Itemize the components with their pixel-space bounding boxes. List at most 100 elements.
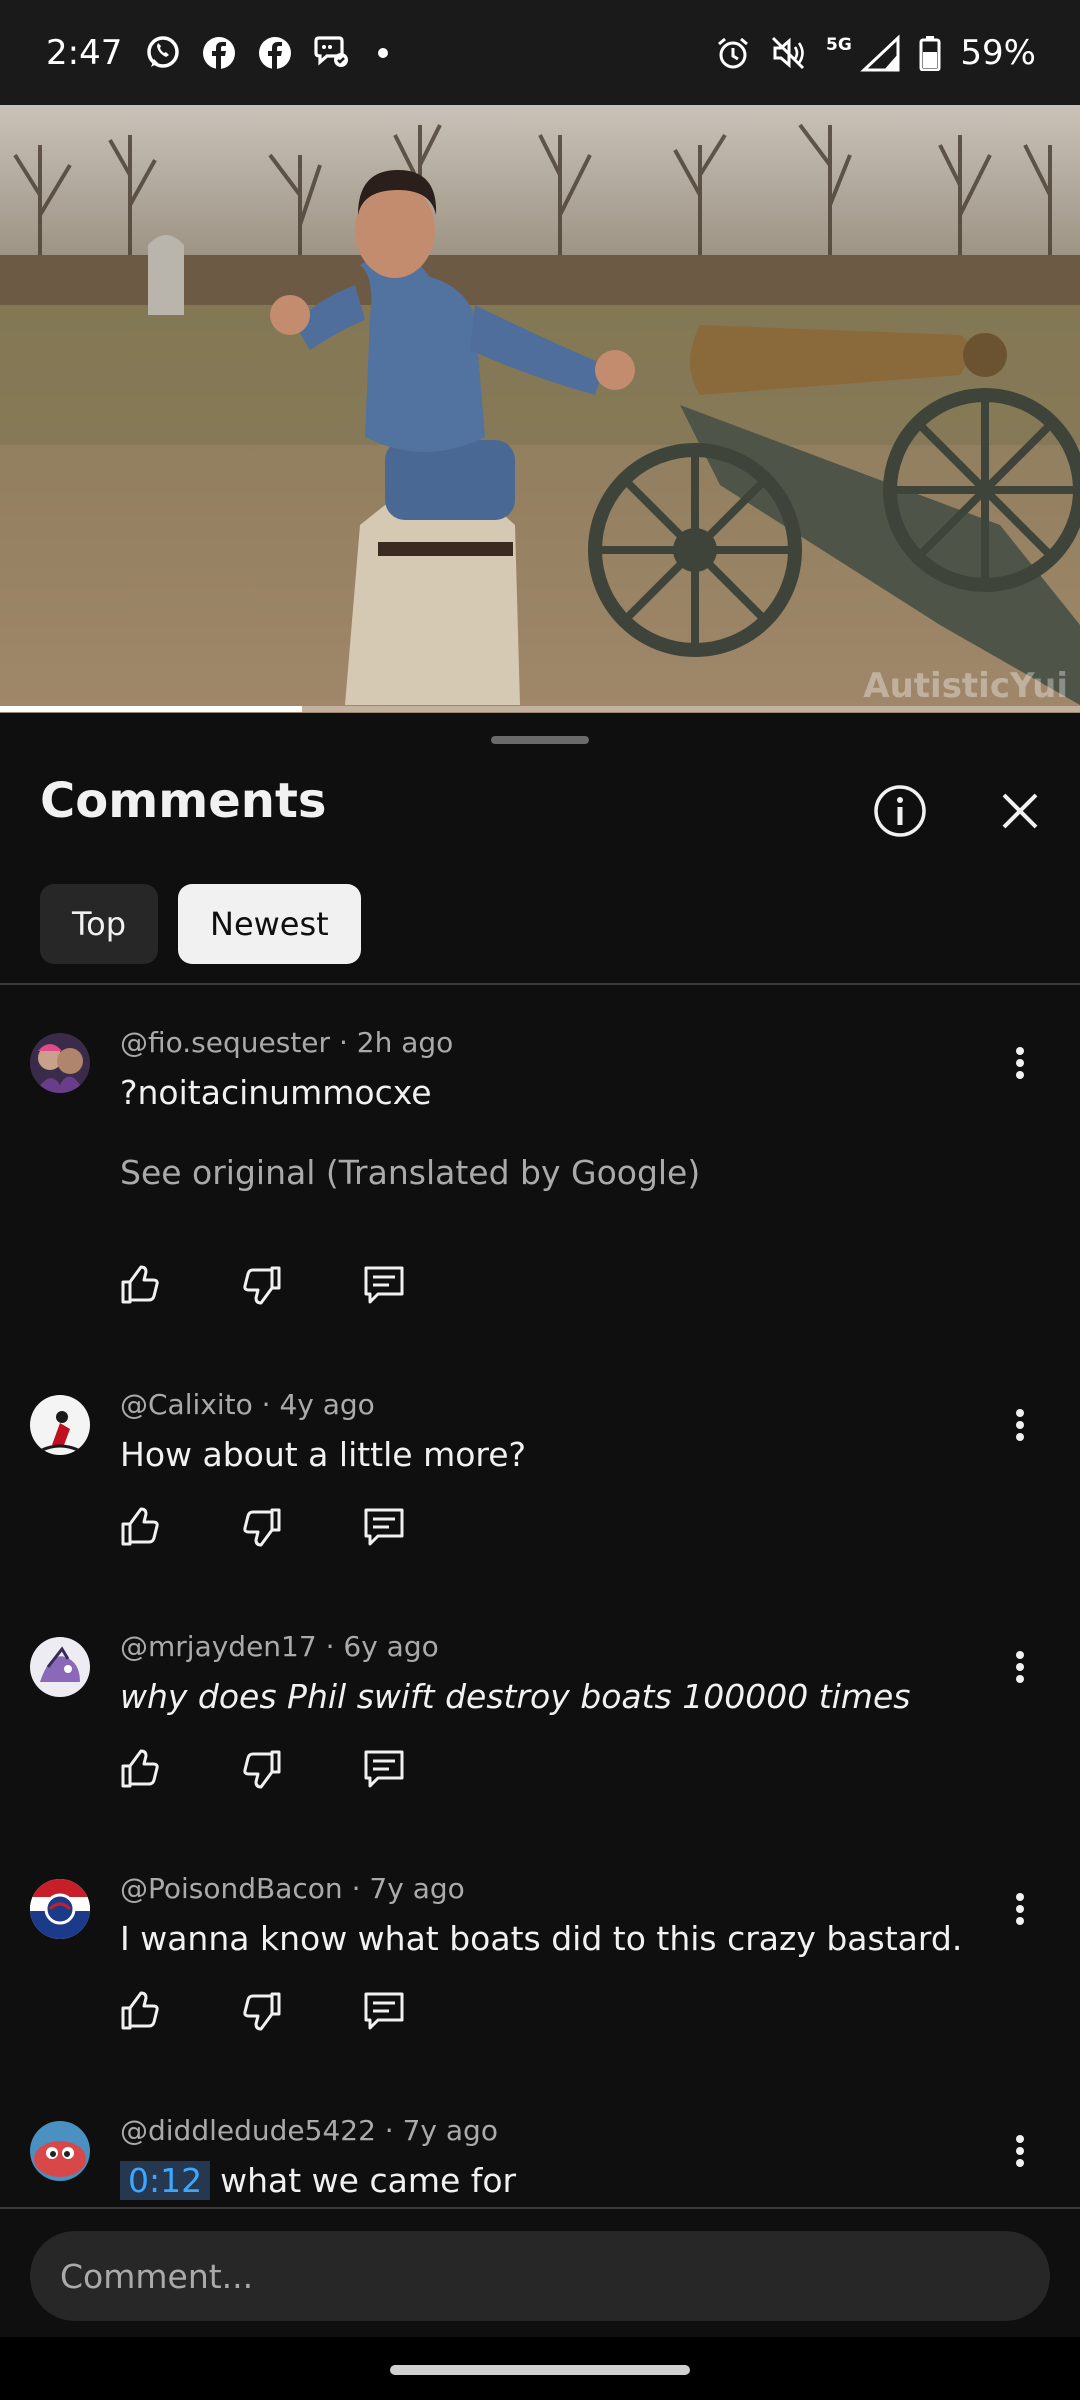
video-progress-bar[interactable] (0, 706, 1080, 712)
comment-meta: @fio.sequester · 2h ago (120, 1026, 453, 1059)
meta-separator: · (325, 1630, 344, 1663)
dislike-button[interactable] (232, 1739, 292, 1799)
video-progress-fill (0, 706, 303, 712)
notification-dot (378, 47, 389, 58)
comment-menu-button[interactable] (1000, 2126, 1040, 2176)
timestamp-link[interactable]: 0:12 (120, 2161, 211, 2200)
see-original-link[interactable]: See original (Translated by Google) (120, 1153, 700, 1192)
like-button[interactable] (110, 1497, 170, 1557)
comment-actions (110, 1497, 414, 1557)
comment-author[interactable]: @PoisondBacon (120, 1872, 343, 1905)
close-button[interactable] (980, 771, 1060, 851)
reply-icon (364, 1750, 404, 1788)
thumbs-down-icon (243, 1992, 281, 2031)
filter-top-chip[interactable]: Top (40, 884, 158, 964)
comment-meta: @diddledude5422 · 7y ago (120, 2114, 498, 2147)
comment-author[interactable]: @diddledude5422 (120, 2114, 376, 2147)
home-gesture-bar[interactable] (390, 2365, 690, 2375)
comment-age: 6y ago (343, 1630, 439, 1663)
status-bar: 2:47 5G 59% (0, 0, 1080, 105)
mute-icon (770, 34, 808, 72)
avatar[interactable] (30, 1395, 90, 1455)
alarm-icon (714, 34, 752, 72)
comment-author[interactable]: @mrjayden17 (120, 1630, 317, 1663)
video-player[interactable]: AutisticYui (0, 105, 1080, 713)
comment-age: 7y ago (369, 1872, 465, 1905)
thumbs-down-icon (243, 1266, 281, 1305)
comment-meta: @mrjayden17 · 6y ago (120, 1630, 439, 1663)
comment-meta: @PoisondBacon · 7y ago (120, 1872, 465, 1905)
close-icon (1002, 793, 1038, 829)
svg-text:5G: 5G (826, 35, 852, 55)
more-vertical-icon (1016, 1047, 1024, 1079)
reply-icon (364, 1992, 404, 2030)
battery-icon (918, 34, 942, 72)
thumbs-down-icon (243, 1508, 281, 1547)
comment-age: 2h ago (356, 1026, 454, 1059)
video-frame: AutisticYui (0, 105, 1080, 713)
comment-text: How about a little more? (120, 1435, 527, 1474)
more-vertical-icon (1016, 1893, 1024, 1925)
avatar[interactable] (30, 1879, 90, 1939)
comment-text: ?noitacinummocxe (120, 1073, 432, 1112)
like-button[interactable] (110, 1255, 170, 1315)
status-bar-left: 2:47 (46, 32, 389, 73)
status-bar-right: 5G 59% (714, 33, 1036, 73)
comment-actions (110, 1981, 414, 2041)
battery-percent: 59% (960, 32, 1036, 73)
reply-icon (364, 1266, 404, 1304)
avatar[interactable] (30, 1637, 90, 1697)
comment-text: 0:12 what we came for (120, 2161, 516, 2200)
meta-separator: · (338, 1026, 357, 1059)
reply-icon (364, 1508, 404, 1546)
avatar[interactable] (30, 1033, 90, 1093)
dislike-button[interactable] (232, 1497, 292, 1557)
reply-button[interactable] (354, 1739, 414, 1799)
comment-text: why does Phil swift destroy boats 100000… (120, 1677, 911, 1716)
comments-title: Comments (40, 773, 327, 829)
signal-5g-icon: 5G (826, 34, 900, 72)
comment-age: 7y ago (402, 2114, 498, 2147)
reply-button[interactable] (354, 1255, 414, 1315)
video-watermark: AutisticYui (863, 666, 1068, 706)
messenger-icon (312, 34, 350, 72)
more-vertical-icon (1016, 2135, 1024, 2167)
drag-handle[interactable] (491, 736, 589, 744)
thumbs-up-icon (121, 1749, 159, 1788)
comments-sheet: Comments Top Newest @fio.sequester · 2h … (0, 713, 1080, 2400)
info-button[interactable] (860, 771, 940, 851)
more-vertical-icon (1016, 1409, 1024, 1441)
facebook-icon (200, 34, 238, 72)
status-time: 2:47 (46, 32, 123, 73)
avatar[interactable] (30, 2121, 90, 2181)
comment-menu-button[interactable] (1000, 1400, 1040, 1450)
more-vertical-icon (1016, 1651, 1024, 1683)
comment-meta: @Calixito · 4y ago (120, 1388, 375, 1421)
dislike-button[interactable] (232, 1255, 292, 1315)
meta-separator: · (351, 1872, 370, 1905)
divider (0, 983, 1080, 985)
filter-newest-chip[interactable]: Newest (178, 884, 361, 964)
facebook-icon (256, 34, 294, 72)
comment-input-bar (0, 2207, 1080, 2337)
system-nav-bar (0, 2337, 1080, 2400)
meta-separator: · (261, 1388, 280, 1421)
comment-author[interactable]: @fio.sequester (120, 1026, 330, 1059)
reply-button[interactable] (354, 1497, 414, 1557)
like-button[interactable] (110, 1739, 170, 1799)
thumbs-up-icon (121, 1265, 159, 1304)
thumbs-up-icon (121, 1991, 159, 2030)
comment-menu-button[interactable] (1000, 1884, 1040, 1934)
like-button[interactable] (110, 1981, 170, 2041)
dislike-button[interactable] (232, 1981, 292, 2041)
reply-button[interactable] (354, 1981, 414, 2041)
info-icon (874, 785, 926, 837)
comment-author[interactable]: @Calixito (120, 1388, 253, 1421)
comment-input[interactable] (30, 2231, 1050, 2321)
sort-filters: Top Newest (40, 884, 361, 964)
meta-separator: · (384, 2114, 403, 2147)
comment-menu-button[interactable] (1000, 1038, 1040, 1088)
comment-age: 4y ago (279, 1388, 375, 1421)
comment-text-body: what we came for (220, 2161, 517, 2200)
comment-menu-button[interactable] (1000, 1642, 1040, 1692)
